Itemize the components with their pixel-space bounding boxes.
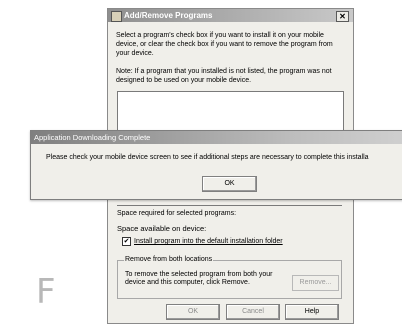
close-icon[interactable]: ✕	[336, 11, 349, 22]
help-button[interactable]: Help	[285, 304, 339, 320]
checkbox-label: Install program into the default install…	[134, 238, 283, 245]
instructions-text: Select a program's check box if you want…	[116, 32, 333, 57]
default-folder-option[interactable]: ✔ Install program into the default instal…	[122, 237, 283, 246]
space-available-label: Space available on device:	[117, 224, 207, 233]
download-complete-dialog: Application Downloading Complete Please …	[30, 130, 402, 200]
alert-title: Application Downloading Complete	[31, 131, 402, 144]
remove-button[interactable]: Remove...	[292, 275, 339, 291]
checkbox[interactable]: ✔	[122, 237, 131, 246]
program-list[interactable]	[117, 91, 344, 133]
divider	[117, 205, 342, 206]
remove-group: Remove from both locations To remove the…	[117, 256, 342, 299]
alert-ok-button[interactable]: OK	[202, 176, 257, 192]
background-letter: F	[36, 272, 56, 312]
dialog-title: Add/Remove Programs	[124, 11, 213, 20]
app-icon	[111, 11, 122, 22]
title-bar: Add/Remove Programs ✕	[108, 9, 353, 22]
note-text: Note: If a program that you installed is…	[116, 68, 332, 84]
group-title: Remove from both locations	[124, 256, 214, 263]
space-required-label: Space required for selected programs:	[117, 210, 237, 217]
cancel-button[interactable]: Cancel	[226, 304, 280, 320]
ok-button[interactable]: OK	[166, 304, 220, 320]
group-text: To remove the selected program from both…	[125, 271, 273, 286]
alert-message: Please check your mobile device screen t…	[46, 154, 369, 161]
